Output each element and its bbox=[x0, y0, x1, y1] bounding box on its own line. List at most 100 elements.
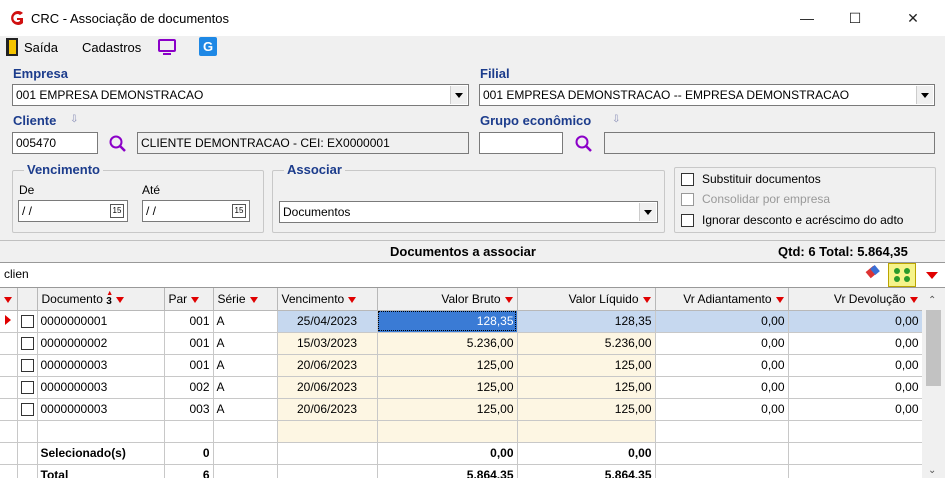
row-checkbox[interactable] bbox=[20, 314, 34, 328]
expand-icon[interactable] bbox=[888, 263, 916, 287]
eraser-icon[interactable] bbox=[864, 265, 880, 280]
empresa-select[interactable]: 001 EMPRESA DEMONSTRACAO bbox=[12, 84, 469, 106]
col-valor-bruto[interactable]: Valor Bruto bbox=[377, 288, 518, 311]
monitor-icon[interactable] bbox=[157, 38, 177, 56]
col-devolucao-label: Vr Devolução bbox=[833, 291, 906, 306]
col-devolucao[interactable]: Vr Devolução bbox=[788, 288, 923, 311]
cell-serie: A bbox=[213, 398, 278, 421]
cell-par: 001 bbox=[164, 354, 214, 377]
section-title: Documentos a associar bbox=[390, 244, 536, 259]
cell-valor-bruto[interactable]: 5.236,00 bbox=[377, 332, 518, 355]
ignorar-checkbox[interactable] bbox=[681, 214, 694, 227]
associar-select[interactable]: Documentos bbox=[279, 201, 658, 223]
scrollbar-thumb[interactable] bbox=[926, 310, 941, 386]
scroll-down-icon[interactable]: ⌄ bbox=[928, 465, 936, 476]
row-checkbox-cell[interactable] bbox=[17, 354, 38, 377]
dropdown-arrow-icon[interactable] bbox=[926, 272, 938, 279]
row-indicator[interactable] bbox=[0, 332, 18, 355]
date-from-input[interactable]: / / 15 bbox=[18, 200, 128, 222]
row-checkbox-cell[interactable] bbox=[17, 332, 38, 355]
sort-arrow-icon: ⇩ bbox=[70, 114, 79, 125]
table-row[interactable]: 0000000003 003 A 20/06/2023 125,00 125,00 0,00… bbox=[0, 398, 923, 421]
col-valor-liquido[interactable]: Valor Líquido bbox=[517, 288, 656, 311]
row-checkbox[interactable] bbox=[20, 336, 34, 350]
cell-adiantamento[interactable]: 0,00 bbox=[655, 376, 789, 399]
menu-exit[interactable]: Saída bbox=[24, 40, 58, 55]
row-checkbox-cell[interactable] bbox=[17, 376, 38, 399]
row-checkbox-cell[interactable] bbox=[17, 310, 38, 333]
filter-icon[interactable] bbox=[249, 296, 258, 303]
cell-adiantamento[interactable]: 0,00 bbox=[655, 398, 789, 421]
row-checkbox[interactable] bbox=[20, 380, 34, 394]
search-icon[interactable] bbox=[574, 134, 594, 154]
filter-icon[interactable] bbox=[775, 296, 784, 303]
grid-header-row: Documento ▲ 3 Par Série Vencimento Valor … bbox=[0, 288, 923, 311]
close-button[interactable]: ✕ bbox=[890, 0, 936, 36]
row-checkbox[interactable] bbox=[20, 402, 34, 416]
scroll-up-icon[interactable]: ⌃ bbox=[928, 295, 936, 306]
cell-valor-bruto[interactable]: 128,35 bbox=[377, 310, 518, 333]
row-indicator[interactable] bbox=[0, 376, 18, 399]
cell-devolucao[interactable]: 0,00 bbox=[788, 354, 923, 377]
cell-adiantamento[interactable]: 0,00 bbox=[655, 310, 789, 333]
from-label: De bbox=[19, 183, 35, 197]
cell-par: 003 bbox=[164, 398, 214, 421]
calendar-icon[interactable]: 15 bbox=[110, 204, 124, 218]
table-row[interactable]: 0000000003 001 A 20/06/2023 125,00 125,00 0,00… bbox=[0, 354, 923, 377]
cell-valor-bruto[interactable]: 125,00 bbox=[377, 376, 518, 399]
filial-select[interactable]: 001 EMPRESA DEMONSTRACAO -- EMPRESA DEMO… bbox=[479, 84, 935, 106]
search-icon[interactable] bbox=[108, 134, 128, 154]
row-pointer-icon[interactable] bbox=[0, 310, 18, 333]
calendar-icon[interactable]: 15 bbox=[232, 204, 246, 218]
col-vencimento[interactable]: Vencimento bbox=[277, 288, 378, 311]
cell-vencimento: 20/06/2023 bbox=[277, 376, 378, 399]
app-g-icon[interactable]: G bbox=[199, 37, 217, 56]
associar-label: Associar bbox=[284, 162, 345, 177]
filter-icon[interactable] bbox=[348, 296, 357, 303]
filter-icon[interactable] bbox=[504, 296, 513, 303]
cell-devolucao[interactable]: 0,00 bbox=[788, 376, 923, 399]
total-bruto: 5.864,35 bbox=[377, 464, 518, 478]
cell-valor-bruto[interactable]: 125,00 bbox=[377, 398, 518, 421]
row-indicator[interactable] bbox=[0, 398, 18, 421]
cell-valor-liquido: 125,00 bbox=[517, 398, 656, 421]
exit-door-icon[interactable] bbox=[6, 38, 18, 56]
cell-documento: 0000000002 bbox=[37, 332, 165, 355]
col-serie[interactable]: Série bbox=[213, 288, 278, 311]
grupo-code-input[interactable] bbox=[479, 132, 563, 154]
empresa-value: 001 EMPRESA DEMONSTRACAO bbox=[16, 88, 204, 102]
date-to-input[interactable]: / / 15 bbox=[142, 200, 250, 222]
menu-registers[interactable]: Cadastros bbox=[82, 40, 141, 55]
cell-vencimento: 15/03/2023 bbox=[277, 332, 378, 355]
table-row[interactable]: 0000000001 001 A 25/04/2023 128,35 128,35 0,00… bbox=[0, 310, 923, 333]
filter-input[interactable]: clien bbox=[4, 267, 844, 281]
cell-devolucao[interactable]: 0,00 bbox=[788, 398, 923, 421]
cell-adiantamento[interactable]: 0,00 bbox=[655, 354, 789, 377]
col-adiantamento[interactable]: Vr Adiantamento bbox=[655, 288, 789, 311]
minimize-button[interactable]: — bbox=[784, 0, 830, 36]
row-checkbox[interactable] bbox=[20, 358, 34, 372]
row-checkbox-cell[interactable] bbox=[17, 398, 38, 421]
maximize-button[interactable]: ☐ bbox=[832, 0, 878, 36]
filter-icon[interactable] bbox=[909, 296, 918, 303]
row-indicator-header[interactable] bbox=[0, 288, 18, 311]
cell-valor-bruto[interactable]: 125,00 bbox=[377, 354, 518, 377]
chevron-down-icon[interactable] bbox=[639, 203, 656, 221]
table-row[interactable]: 0000000003 002 A 20/06/2023 125,00 125,00 0,00… bbox=[0, 376, 923, 399]
cell-devolucao[interactable]: 0,00 bbox=[788, 332, 923, 355]
filter-icon[interactable] bbox=[115, 296, 124, 303]
filter-icon[interactable] bbox=[642, 296, 651, 303]
col-par[interactable]: Par bbox=[164, 288, 214, 311]
col-documento[interactable]: Documento ▲ 3 bbox=[37, 288, 165, 311]
cliente-code-input[interactable]: 005470 bbox=[12, 132, 98, 154]
row-indicator[interactable] bbox=[0, 354, 18, 377]
chevron-down-icon[interactable] bbox=[450, 86, 467, 104]
table-row[interactable]: 0000000002 001 A 15/03/2023 5.236,00 5.236,00… bbox=[0, 332, 923, 355]
cell-adiantamento[interactable]: 0,00 bbox=[655, 332, 789, 355]
vertical-scrollbar[interactable]: ⌃ ⌄ bbox=[922, 288, 945, 478]
cell-devolucao[interactable]: 0,00 bbox=[788, 310, 923, 333]
chevron-down-icon[interactable] bbox=[916, 86, 933, 104]
substituir-checkbox[interactable] bbox=[681, 173, 694, 186]
empresa-label: Empresa bbox=[13, 66, 68, 81]
filter-icon[interactable] bbox=[191, 296, 200, 303]
